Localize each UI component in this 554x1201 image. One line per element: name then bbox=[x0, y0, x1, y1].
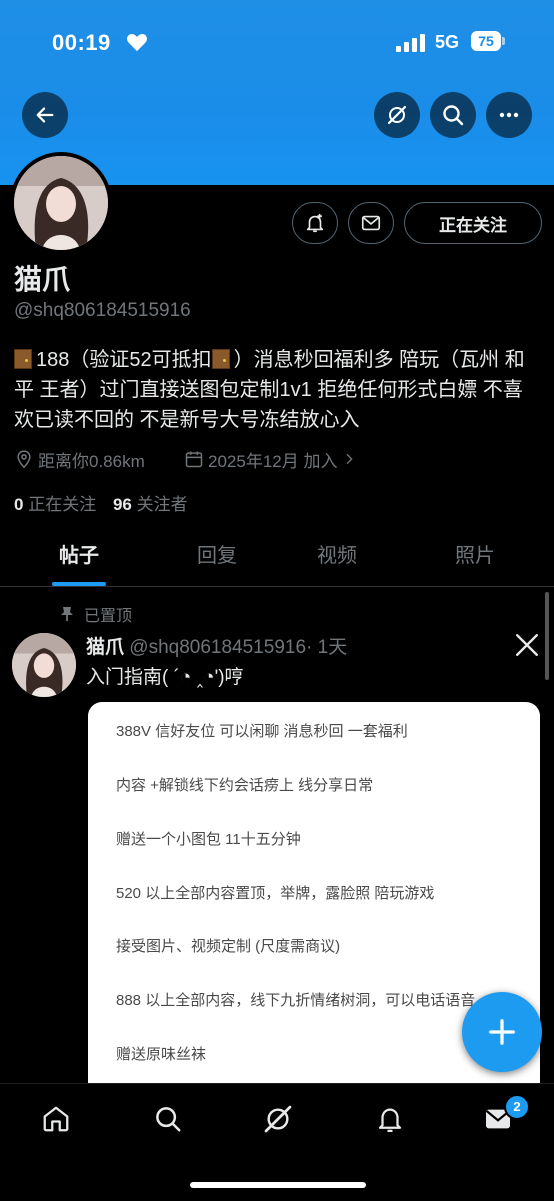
more-horizontal-icon bbox=[499, 112, 519, 118]
messages-badge: 2 bbox=[504, 1094, 530, 1120]
follow-stats: 0 正在关注 96 关注者 bbox=[14, 490, 188, 515]
post-author-name[interactable]: 猫爪 bbox=[86, 637, 124, 658]
post-time: · 1天 bbox=[306, 637, 348, 658]
profile-bio: 188（验证52可抵扣 ）消息秒回福利多 陪玩（瓦州 和平 王者）过门直接送图包定… bbox=[14, 345, 540, 435]
door-emoji-icon bbox=[211, 349, 230, 369]
profile-tabs: 帖子 回复 视频 照片 bbox=[0, 530, 554, 587]
battery-icon: 75 bbox=[471, 31, 505, 51]
battery-level: 75 bbox=[478, 33, 494, 49]
post-header: 猫爪 @shq806184515916· 1天 bbox=[86, 632, 347, 659]
grok-button[interactable] bbox=[374, 92, 420, 138]
post-author-handle[interactable]: @shq806184515916 bbox=[129, 637, 306, 658]
profile-avatar[interactable] bbox=[10, 152, 112, 254]
joined-text: 2025年12月 加入 bbox=[208, 451, 338, 471]
following-button-label: 正在关注 bbox=[439, 215, 507, 235]
chevron-right-icon bbox=[346, 453, 354, 465]
bell-icon bbox=[378, 1108, 402, 1132]
status-bar: 00:19 5G 75 bbox=[0, 26, 554, 60]
profile-handle: @shq806184515916 bbox=[14, 300, 191, 321]
card-line-7: 赠送原味丝袜 bbox=[116, 1046, 207, 1063]
calendar-icon bbox=[185, 451, 203, 468]
network-type: 5G bbox=[435, 32, 460, 52]
home-indicator bbox=[190, 1182, 366, 1188]
following-button[interactable]: 正在关注 bbox=[404, 202, 542, 244]
location-text: 距离你0.86km bbox=[38, 451, 145, 471]
card-line-3: 赠送一个小图包 11十五分钟 bbox=[116, 831, 301, 848]
tab-posts[interactable]: 帖子 bbox=[0, 530, 158, 586]
card-line-5: 接受图片、视频定制 (尺度需商议) bbox=[116, 938, 341, 955]
pin-icon bbox=[61, 607, 73, 621]
card-line-6: 888 以上全部内容，线下九折情绪树洞，可以电话语音 bbox=[116, 992, 476, 1009]
profile-location: 距离你0.86km bbox=[14, 447, 145, 471]
home-icon bbox=[43, 1106, 69, 1132]
profile-name: 猫爪 bbox=[14, 264, 71, 295]
tab-photos[interactable]: 照片 bbox=[396, 530, 554, 586]
search-icon bbox=[156, 1107, 181, 1132]
following-stat[interactable]: 0 正在关注 bbox=[14, 495, 96, 514]
card-line-1: 388V 信好友位 可以闲聊 消息秒回 一套福利 bbox=[116, 723, 408, 740]
more-button[interactable] bbox=[486, 92, 532, 138]
status-time: 00:19 bbox=[52, 30, 111, 55]
card-line-4: 520 以上全部内容置顶，举牌，露脸照 陪玩游戏 bbox=[116, 885, 435, 902]
following-count: 0 bbox=[14, 495, 24, 514]
avatar-image bbox=[14, 156, 108, 250]
post-text: 入门指南( ´◔ ‸◔')哼 bbox=[86, 667, 244, 688]
post-avatar[interactable] bbox=[12, 633, 76, 697]
search-button[interactable] bbox=[430, 92, 476, 138]
active-tab-indicator bbox=[52, 582, 106, 586]
profile-joined[interactable]: 2025年12月 加入 bbox=[184, 447, 357, 471]
message-button[interactable] bbox=[348, 202, 394, 244]
plus-icon bbox=[489, 1019, 515, 1045]
bell-plus-icon bbox=[306, 213, 324, 233]
arrow-left-icon bbox=[36, 107, 54, 123]
heart-icon bbox=[127, 33, 147, 52]
notify-button[interactable] bbox=[292, 202, 338, 244]
grok-icon bbox=[264, 1105, 292, 1133]
nav-search[interactable] bbox=[148, 1099, 188, 1139]
compose-button[interactable] bbox=[462, 992, 542, 1072]
tab-videos[interactable]: 视频 bbox=[258, 530, 416, 586]
bio-part-1: 188（验证52可抵扣 bbox=[36, 349, 212, 371]
nav-notifications[interactable] bbox=[370, 1099, 410, 1139]
door-emoji-icon bbox=[14, 349, 32, 369]
card-line-2: 内容 +解锁线下约会话痨上 线分享日常 bbox=[116, 777, 374, 794]
back-button[interactable] bbox=[22, 92, 68, 138]
nav-home[interactable] bbox=[36, 1099, 76, 1139]
grok-icon bbox=[387, 105, 407, 125]
signal-icon bbox=[396, 34, 425, 52]
search-icon bbox=[443, 105, 464, 126]
pinned-text: 已置顶 bbox=[84, 608, 133, 625]
followers-count: 96 bbox=[112, 495, 132, 514]
followers-stat[interactable]: 96 关注者 bbox=[113, 495, 188, 514]
x-logo-icon bbox=[516, 634, 538, 656]
avatar-image bbox=[12, 633, 76, 697]
scrollbar[interactable] bbox=[545, 592, 549, 680]
pinned-label: 已置顶 bbox=[60, 602, 132, 626]
mail-icon bbox=[361, 215, 381, 231]
followers-label: 关注者 bbox=[136, 495, 188, 514]
nav-grok[interactable] bbox=[258, 1099, 298, 1139]
location-pin-icon bbox=[17, 450, 31, 469]
following-label: 正在关注 bbox=[28, 495, 97, 514]
